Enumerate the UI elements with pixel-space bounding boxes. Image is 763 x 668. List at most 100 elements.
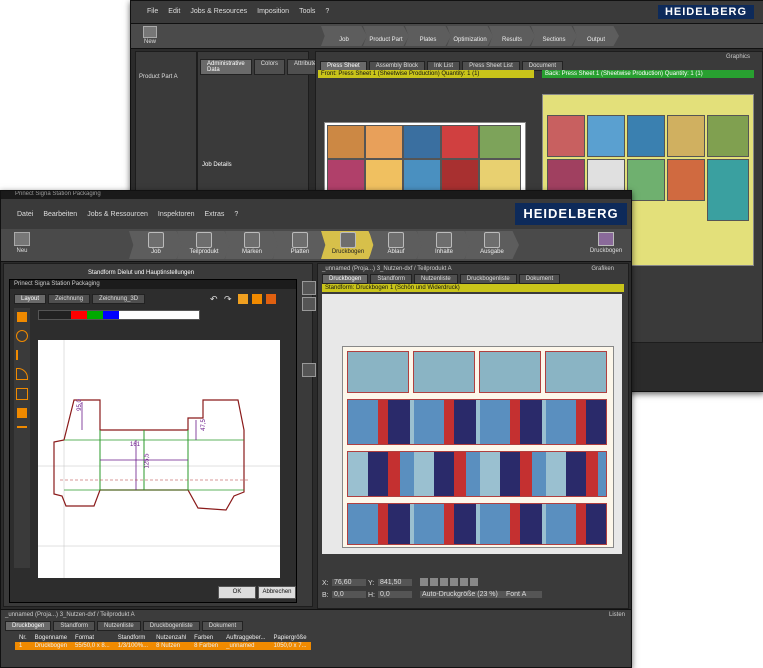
arc-tool-icon[interactable] xyxy=(16,368,28,380)
grid-icon[interactable] xyxy=(450,578,458,586)
open-icon[interactable] xyxy=(238,294,248,304)
measure-tool-icon[interactable] xyxy=(17,426,27,438)
column-header[interactable]: Format xyxy=(71,634,114,642)
front-step-marken[interactable]: Marken xyxy=(225,231,279,259)
menu-help[interactable]: ? xyxy=(325,8,329,15)
tab-dokument[interactable]: Dokument xyxy=(518,274,561,284)
column-header[interactable]: Auftraggeber... xyxy=(222,634,269,642)
font-select[interactable]: Font A xyxy=(504,591,542,598)
back-workflow-bar: New Job Product Part Plates Optimization… xyxy=(131,24,763,49)
y-field[interactable]: 841,50 xyxy=(378,579,412,586)
bottom-tab-druckbogen[interactable]: Druckbogen xyxy=(5,621,52,631)
dimension-tool-icon[interactable] xyxy=(17,408,27,418)
tab-nutzenliste[interactable]: Nutzenliste xyxy=(414,274,458,284)
tab-standform[interactable]: Standform xyxy=(370,274,413,284)
tab-druckbogenliste[interactable]: Druckbogenliste xyxy=(459,274,517,284)
front-step-inhalte[interactable]: Inhalte xyxy=(417,231,471,259)
menu-extras[interactable]: Extras xyxy=(205,211,225,218)
back-step-optimization[interactable]: Optimization xyxy=(447,26,493,46)
front-step-job[interactable]: Job xyxy=(129,231,183,259)
pointer-icon[interactable] xyxy=(420,578,428,586)
table-row[interactable]: 1 Druckbogen 55/50,0 x 8... 1/3/100%... … xyxy=(15,642,311,650)
ok-button[interactable]: OK xyxy=(218,586,256,599)
tab-druckbogen[interactable]: Druckbogen xyxy=(322,274,369,284)
front-step-ausgabe[interactable]: Ausgabe xyxy=(465,231,519,259)
h-field[interactable]: 0,0 xyxy=(378,591,412,598)
back-step-sections[interactable]: Sections xyxy=(531,26,577,46)
menu-inspektoren[interactable]: Inspektoren xyxy=(158,211,195,218)
collapse-icon[interactable] xyxy=(302,297,316,311)
press-sheet-icon xyxy=(340,232,356,248)
dialog-tab-layout[interactable]: Layout xyxy=(14,294,47,304)
x-field[interactable]: 76,60 xyxy=(332,579,366,586)
bottom-tab-dokument[interactable]: Dokument xyxy=(201,621,244,631)
front-step-ablauf[interactable]: Ablauf xyxy=(369,231,423,259)
zoom-icon[interactable] xyxy=(440,578,448,586)
dialog-tab-zeichnung[interactable]: Zeichnung xyxy=(48,294,91,304)
sheet-title: _unnamed (Proja...) 3_Nutzen-dxf / Teilp… xyxy=(322,266,452,272)
dialog-title: Prinect Signa Station Packaging xyxy=(10,280,296,289)
menu-bearbeiten[interactable]: Bearbeiten xyxy=(43,211,77,218)
undo-icon[interactable]: ↶ xyxy=(210,294,220,304)
expand-icon[interactable] xyxy=(302,281,316,295)
color-palette[interactable] xyxy=(38,310,200,320)
select-tool-icon[interactable] xyxy=(17,312,27,322)
column-header[interactable]: Bogenname xyxy=(31,634,71,642)
save-icon[interactable] xyxy=(252,294,262,304)
front-step-druckbogen[interactable]: Druckbogen xyxy=(321,231,375,259)
dialog-tab-zeichnung-3d[interactable]: Zeichnung_3D xyxy=(92,294,146,304)
back-new-button[interactable]: New xyxy=(137,26,163,46)
menu-jobs-ressourcen[interactable]: Jobs & Ressourcen xyxy=(87,211,148,218)
front-step-teilprodukt[interactable]: Teilprodukt xyxy=(177,231,231,259)
column-header[interactable]: Nutzenzahl xyxy=(152,634,190,642)
tab-colors[interactable]: Colors xyxy=(253,59,286,75)
list-label: Listen xyxy=(608,612,625,618)
tab-administrative-data[interactable]: Administrative Data xyxy=(200,59,252,75)
product-part-node[interactable]: Product Part A xyxy=(139,74,178,80)
carton-row xyxy=(347,451,607,497)
menu-jobs[interactable]: Jobs & Resources xyxy=(190,8,247,15)
bottom-tab-druckbogenliste[interactable]: Druckbogenliste xyxy=(142,621,200,631)
back-step-job[interactable]: Job xyxy=(321,26,367,46)
column-header[interactable]: Standform xyxy=(114,634,152,642)
b-field[interactable]: 0,0 xyxy=(332,591,366,598)
sheet-canvas[interactable] xyxy=(322,294,622,554)
menu-help[interactable]: ? xyxy=(234,211,238,218)
menu-tools[interactable]: Tools xyxy=(299,8,315,15)
column-header[interactable]: Farben xyxy=(190,634,222,642)
front-title-bar: Prinect Signa Station Packaging xyxy=(1,191,631,199)
back-graphics-label: Graphics xyxy=(725,54,750,60)
front-right-tool-button[interactable]: Druckbogen xyxy=(589,231,623,259)
bottom-tab-nutzenliste[interactable]: Nutzenliste xyxy=(97,621,141,631)
sheet-info-bar: Standform: Druckbogen 1 (Schön und Wider… xyxy=(322,284,624,292)
zoom-tool-icon[interactable] xyxy=(16,330,28,342)
drawing-canvas[interactable]: 95,0 161 125,5 47,5 xyxy=(38,340,280,578)
rotate-icon[interactable] xyxy=(470,578,478,586)
measure-icon[interactable] xyxy=(460,578,468,586)
menu-file[interactable]: File xyxy=(147,8,158,15)
back-new-label: New xyxy=(143,39,156,45)
column-header[interactable]: Papiergröße xyxy=(270,634,311,642)
back-step-plates[interactable]: Plates xyxy=(405,26,451,46)
menu-edit[interactable]: Edit xyxy=(168,8,180,15)
carton-blank xyxy=(347,351,409,393)
y-label: Y: xyxy=(368,580,375,587)
front-new-button[interactable]: Neu xyxy=(7,231,37,259)
column-header[interactable]: Nr. xyxy=(15,634,31,642)
back-step-output[interactable]: Output xyxy=(573,26,619,46)
rectangle-tool-icon[interactable] xyxy=(16,388,28,400)
cancel-button[interactable]: Abbrechen xyxy=(258,586,296,599)
bottom-tab-standform[interactable]: Standform xyxy=(53,621,96,631)
back-step-product-part[interactable]: Product Part xyxy=(363,26,409,46)
line-tool-icon[interactable] xyxy=(16,350,28,360)
hand-icon[interactable] xyxy=(430,578,438,586)
front-step-platten[interactable]: Platten xyxy=(273,231,327,259)
zoom-select[interactable]: Auto-Druckgröße (23 %) xyxy=(420,591,504,598)
document-icon xyxy=(14,232,30,246)
back-step-results[interactable]: Results xyxy=(489,26,535,46)
menu-imposition[interactable]: Imposition xyxy=(257,8,289,15)
redo-icon[interactable]: ↷ xyxy=(224,294,234,304)
export-icon[interactable] xyxy=(266,294,276,304)
menu-datei[interactable]: Datei xyxy=(17,211,33,218)
arrow-icon[interactable] xyxy=(302,363,316,377)
